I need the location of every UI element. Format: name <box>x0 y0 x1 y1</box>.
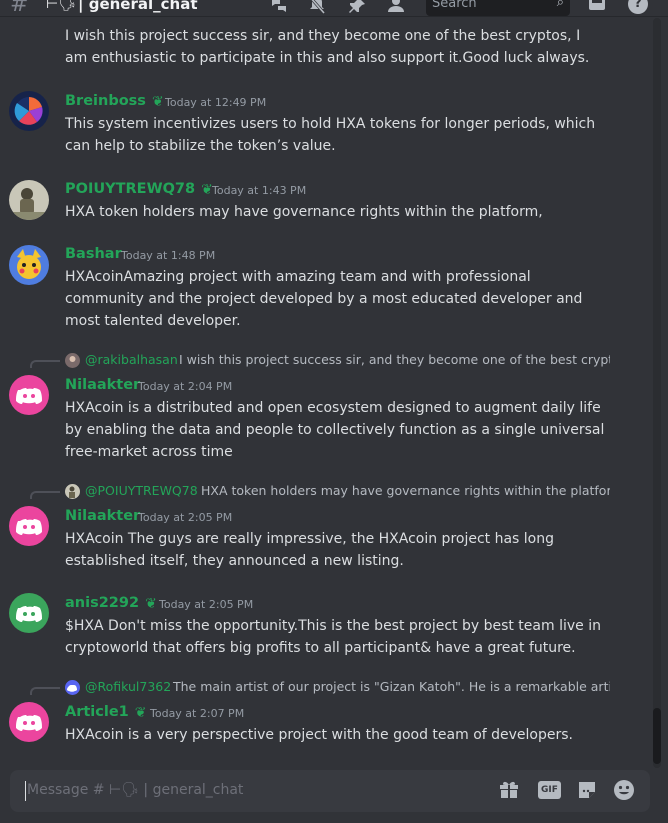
composer-placeholder: Message # ⊢🗣 | general_chat <box>27 782 244 798</box>
reply-author[interactable]: @rakibalhasan <box>85 352 178 367</box>
reply-spine <box>30 491 60 499</box>
reply-spine <box>30 687 60 695</box>
username[interactable]: Breinboss ❦ <box>65 93 164 110</box>
help-icon[interactable]: ? <box>628 0 648 14</box>
reply-text: I wish this project success sir, and the… <box>179 352 610 367</box>
search-placeholder: Search <box>432 0 477 11</box>
timestamp: Today at 12:49 PM <box>165 96 267 109</box>
search-icon: ⌕ <box>556 0 564 10</box>
message-text: HXAcoin The guys are really impressive, … <box>65 531 555 569</box>
threads-icon[interactable] <box>268 0 290 16</box>
avatar[interactable] <box>9 180 49 220</box>
timestamp: Today at 2:07 PM <box>150 707 245 720</box>
message-text: This system incentivizes users to hold H… <box>65 116 596 154</box>
message-list[interactable]: I wish this project success sir, and the… <box>0 17 650 769</box>
channel-name: | general_chat <box>78 0 198 13</box>
timestamp: Today at 2:05 PM <box>138 511 233 524</box>
avatar[interactable] <box>9 91 49 131</box>
scrollbar-thumb[interactable] <box>653 708 661 764</box>
avatar[interactable] <box>9 375 49 415</box>
sprout-badge-icon: ❦ <box>134 705 147 721</box>
avatar[interactable] <box>9 245 49 285</box>
timestamp: Today at 2:04 PM <box>138 380 233 393</box>
inbox-icon[interactable] <box>586 0 608 16</box>
avatar[interactable] <box>9 593 49 633</box>
pin-icon[interactable] <box>346 0 368 16</box>
reply-text: The main artist of our project is "Gizan… <box>173 679 610 694</box>
username-label: POIUYTREWQ78 <box>65 181 196 197</box>
avatar[interactable] <box>9 702 49 742</box>
reply-avatar <box>65 680 80 695</box>
message-text: HXAcoin is a very perspective project wi… <box>65 727 573 743</box>
reply-text: HXA token holders may have governance ri… <box>201 483 610 498</box>
avatar[interactable] <box>9 506 49 546</box>
gift-icon[interactable] <box>496 779 522 803</box>
reply-avatar <box>65 353 80 368</box>
username-label: Nilaakter <box>65 508 141 524</box>
reply-author[interactable]: @POIUYTREWQ78 <box>85 483 198 498</box>
reply-author[interactable]: @Rofikul7362 <box>85 679 171 694</box>
hashtag-icon: # <box>10 0 29 17</box>
scrollbar-track[interactable] <box>653 18 661 768</box>
username-label: Nilaakter <box>65 377 141 393</box>
username-label: Breinboss <box>65 93 146 109</box>
message-text: $HXA Don't miss the opportunity.This is … <box>65 618 601 656</box>
channel-emoji: ⊢🗣 <box>46 0 76 12</box>
reply-spine <box>30 360 60 368</box>
message-text: HXAcoinAmazing project with amazing team… <box>65 269 583 329</box>
message-text: I wish this project success sir, and the… <box>65 28 590 66</box>
reply-preview[interactable]: @POIUYTREWQ78 HXA token holders may have… <box>30 483 610 499</box>
emoji-icon[interactable] <box>611 779 637 803</box>
timestamp: Today at 1:43 PM <box>212 184 307 197</box>
channel-header: # ⊢🗣 | general_chat Search ⌕ ? <box>0 0 668 17</box>
username[interactable]: Bashar <box>65 246 122 262</box>
username[interactable]: Nilaakter <box>65 508 140 524</box>
search-input[interactable]: Search ⌕ <box>426 0 570 16</box>
username[interactable]: anis2292 ❦ <box>65 595 157 612</box>
members-icon[interactable] <box>386 0 408 16</box>
gif-icon[interactable]: GIF <box>538 781 561 799</box>
message-text: HXAcoin is a distributed and open ecosys… <box>65 400 605 460</box>
username[interactable]: Nilaakter <box>65 377 140 393</box>
timestamp: Today at 1:48 PM <box>121 249 216 262</box>
username[interactable]: POIUYTREWQ78 ❦ <box>65 181 213 198</box>
reply-preview[interactable]: @Rofikul7362 The main artist of our proj… <box>30 679 610 695</box>
username[interactable]: Article1 ❦ <box>65 704 147 721</box>
message-composer[interactable]: Message # ⊢🗣 | general_chat GIF <box>10 770 650 812</box>
timestamp: Today at 2:05 PM <box>159 598 254 611</box>
mute-bell-icon[interactable] <box>306 0 328 16</box>
reply-avatar <box>65 484 80 499</box>
sticker-icon[interactable] <box>574 779 600 803</box>
sprout-badge-icon: ❦ <box>145 596 157 612</box>
username-label: Bashar <box>65 246 122 262</box>
reply-preview[interactable]: @rakibalhasan I wish this project succes… <box>30 352 610 368</box>
username-label: Article1 <box>65 704 129 720</box>
username-label: anis2292 <box>65 595 140 611</box>
text-caret <box>25 781 26 801</box>
sprout-badge-icon: ❦ <box>151 94 164 110</box>
message-text: HXA token holders may have governance ri… <box>65 204 543 220</box>
